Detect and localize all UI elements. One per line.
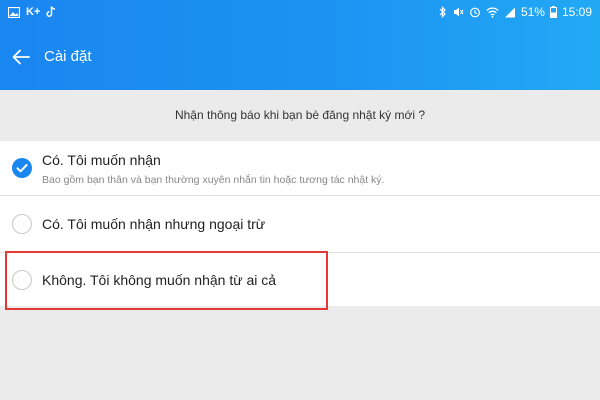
title-bar: Cài đặt xyxy=(0,40,600,74)
gallery-notification-icon xyxy=(8,6,20,18)
battery-percent: 51% xyxy=(520,5,545,19)
mute-icon xyxy=(453,7,464,17)
option-label: Không. Tôi không muốn nhận từ ai cả xyxy=(42,272,277,288)
tiktok-notification-icon xyxy=(46,6,56,17)
wifi-icon xyxy=(486,6,499,18)
battery-icon xyxy=(549,6,557,18)
page-title: Cài đặt xyxy=(44,48,92,65)
option-no[interactable]: Không. Tôi không muốn nhận từ ai cả xyxy=(0,253,600,306)
question-text: Nhận thông báo khi bạn bè đăng nhật ký m… xyxy=(174,108,426,122)
option-label: Có. Tôi muốn nhận nhưng ngoại trừ xyxy=(42,216,266,232)
app-header: K+ 51% 15:09 Cài đặt xyxy=(0,0,600,90)
option-yes[interactable]: Có. Tôi muốn nhận Bao gồm bạn thân và bạ… xyxy=(0,141,600,196)
option-label: Có. Tôi muốn nhận xyxy=(42,152,161,168)
alarm-icon xyxy=(470,7,480,18)
radio-unselected[interactable] xyxy=(12,270,32,290)
arrow-left-icon xyxy=(12,49,30,65)
signal-icon xyxy=(504,7,515,17)
option-description: Bao gồm bạn thân và bạn thường xuyên nhắ… xyxy=(42,174,385,186)
status-bar: K+ 51% 15:09 xyxy=(0,0,600,26)
clock: 15:09 xyxy=(561,5,592,19)
carrier-label: K+ xyxy=(26,6,41,18)
back-button[interactable] xyxy=(10,46,32,68)
settings-content: Nhận thông báo khi bạn bè đăng nhật ký m… xyxy=(0,90,600,400)
status-bar-left: K+ xyxy=(8,6,56,18)
options-list: Có. Tôi muốn nhận Bao gồm bạn thân và bạ… xyxy=(0,141,600,306)
radio-selected[interactable] xyxy=(12,158,32,178)
option-yes-except[interactable]: Có. Tôi muốn nhận nhưng ngoại trừ xyxy=(0,196,600,253)
radio-unselected[interactable] xyxy=(12,214,32,234)
checkmark-icon xyxy=(16,164,28,173)
bluetooth-icon xyxy=(439,6,446,18)
status-bar-right: 51% 15:09 xyxy=(439,5,592,19)
